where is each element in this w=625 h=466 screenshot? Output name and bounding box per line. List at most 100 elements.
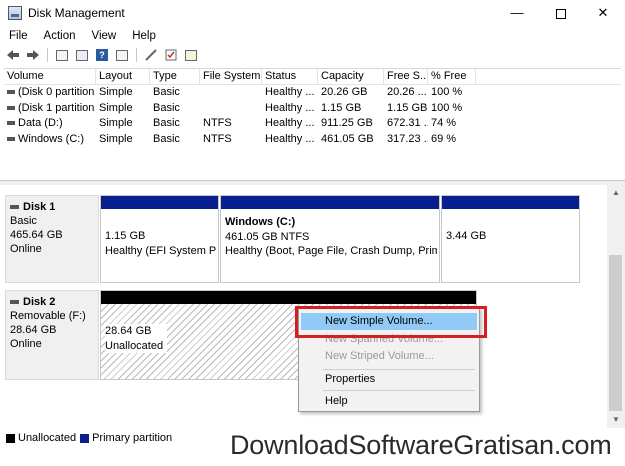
column-type[interactable]: Type bbox=[150, 69, 200, 84]
disk-1-label[interactable]: Disk 1 Basic 465.64 GB Online bbox=[5, 195, 99, 283]
column-free-space[interactable]: Free S... bbox=[384, 69, 428, 84]
toolbar: ? bbox=[0, 45, 625, 65]
volume-icon bbox=[7, 90, 15, 95]
action-icon[interactable] bbox=[113, 47, 131, 63]
disk-1-partition-windows[interactable]: Windows (C:) 461.05 GB NTFS Healthy (Boo… bbox=[220, 195, 440, 283]
table-row[interactable]: (Disk 1 partition 1) Simple Basic Health… bbox=[4, 101, 621, 117]
partition-title: Windows (C:) bbox=[225, 216, 296, 228]
menu-help-item[interactable]: Help bbox=[301, 393, 477, 410]
volume-name-cell: Windows (C:) bbox=[4, 132, 96, 148]
window-title: Disk Management bbox=[28, 6, 125, 20]
type-cell: Basic bbox=[153, 101, 180, 114]
view-icon[interactable] bbox=[53, 47, 71, 63]
legend-unallocated-label: Unallocated bbox=[18, 432, 77, 444]
volume-name: Data (D:) bbox=[18, 117, 63, 129]
disk-1-name: Disk 1 bbox=[23, 201, 56, 213]
annotation-highlight-box bbox=[295, 306, 487, 338]
watermark: DownloadSoftwareGratisan.com bbox=[230, 430, 612, 460]
unallocated-bar bbox=[101, 291, 476, 304]
capacity-cell: 1.15 GB bbox=[321, 101, 362, 114]
volume-name: (Disk 0 partition 1) bbox=[18, 86, 96, 98]
menu-separator bbox=[323, 369, 475, 370]
volume-list-header: Volume Layout Type File System Status Ca… bbox=[4, 69, 621, 85]
menu-bar: File Action View Help bbox=[0, 27, 163, 45]
properties-icon[interactable] bbox=[73, 47, 91, 63]
toolbar-separator bbox=[47, 48, 48, 62]
settings-icon[interactable] bbox=[182, 47, 200, 63]
disk-1-partition-efi[interactable]: 1.15 GB Healthy (EFI System Partition) bbox=[100, 195, 219, 283]
percent-free-cell: 100 % bbox=[431, 101, 463, 114]
disk-management-icon bbox=[8, 6, 22, 20]
disk-1-partition-recovery[interactable]: 3.44 GB bbox=[441, 195, 580, 283]
status-cell: Healthy ... bbox=[265, 117, 315, 129]
partition-status: Unallocated bbox=[105, 339, 164, 352]
unallocated-swatch bbox=[6, 433, 15, 443]
volume-name-cell: Data (D:) bbox=[4, 116, 96, 132]
layout-cell: Simple bbox=[99, 117, 133, 129]
help-icon[interactable]: ? bbox=[93, 47, 111, 63]
scroll-down-icon[interactable]: ▼ bbox=[607, 412, 625, 428]
partition-status: Healthy (Boot, Page File, Crash Dump, Pr… bbox=[225, 245, 437, 257]
volume-name-cell: (Disk 0 partition 1) bbox=[4, 85, 96, 101]
menu-action[interactable]: Action bbox=[35, 27, 83, 45]
disk-2-label[interactable]: Disk 2 Removable (F:) 28.64 GB Online bbox=[5, 290, 99, 380]
disk-icon bbox=[10, 205, 19, 210]
disk-icon bbox=[10, 300, 19, 305]
type-cell: Basic bbox=[153, 132, 180, 145]
disk-2-status: Online bbox=[10, 338, 42, 350]
close-button[interactable]: ✕ bbox=[580, 0, 625, 27]
file-system-cell bbox=[200, 101, 262, 117]
menu-properties[interactable]: Properties bbox=[301, 371, 477, 388]
scroll-thumb[interactable] bbox=[609, 255, 622, 411]
title-bar: Disk Management — ✕ bbox=[0, 0, 625, 27]
percent-free-cell: 69 % bbox=[431, 132, 457, 145]
file-system-cell: NTFS bbox=[203, 117, 232, 129]
primary-swatch bbox=[80, 433, 90, 443]
disk-1-size: 465.64 GB bbox=[10, 229, 63, 241]
table-row[interactable]: (Disk 0 partition 1) Simple Basic Health… bbox=[4, 85, 621, 101]
layout-cell: Simple bbox=[99, 101, 133, 114]
legend-unallocated: Unallocated bbox=[6, 432, 76, 444]
primary-partition-bar bbox=[221, 196, 439, 209]
primary-partition-bar bbox=[442, 196, 579, 209]
file-system-cell bbox=[200, 85, 262, 101]
menu-separator bbox=[323, 390, 475, 391]
edit-icon[interactable] bbox=[162, 47, 180, 63]
column-file-system[interactable]: File System bbox=[200, 69, 262, 84]
layout-cell: Simple bbox=[99, 132, 133, 145]
type-cell: Basic bbox=[153, 117, 180, 129]
column-status[interactable]: Status bbox=[262, 69, 318, 84]
column-volume[interactable]: Volume bbox=[4, 69, 96, 84]
free-space-cell: 317.23 ... bbox=[387, 132, 428, 145]
connect-icon[interactable] bbox=[142, 47, 160, 63]
volume-icon bbox=[7, 121, 15, 126]
status-cell: Healthy ... bbox=[265, 101, 315, 114]
minimize-button[interactable]: — bbox=[494, 0, 540, 27]
disk-1-type: Basic bbox=[10, 215, 37, 227]
capacity-cell: 20.26 GB bbox=[321, 86, 368, 98]
disk-2-size: 28.64 GB bbox=[10, 324, 57, 336]
status-cell: Healthy ... bbox=[265, 86, 315, 98]
disk-2-type: Removable (F:) bbox=[10, 310, 86, 322]
forward-icon[interactable] bbox=[24, 47, 42, 63]
percent-free-cell: 74 % bbox=[431, 117, 457, 129]
menu-help[interactable]: Help bbox=[123, 27, 163, 45]
table-row[interactable]: Windows (C:) Simple Basic NTFS Healthy .… bbox=[4, 132, 621, 148]
column-percent-free[interactable]: % Free bbox=[428, 69, 476, 84]
scroll-up-icon[interactable]: ▲ bbox=[607, 185, 625, 201]
menu-file[interactable]: File bbox=[0, 27, 35, 45]
free-space-cell: 1.15 GB bbox=[387, 101, 428, 114]
volume-name: Windows (C:) bbox=[18, 132, 85, 145]
maximize-button[interactable] bbox=[538, 0, 584, 27]
type-cell: Basic bbox=[153, 86, 180, 98]
column-layout[interactable]: Layout bbox=[96, 69, 150, 84]
partition-size: 461.05 GB NTFS bbox=[225, 230, 310, 243]
back-icon[interactable] bbox=[4, 47, 22, 63]
volume-icon bbox=[7, 136, 15, 141]
column-capacity[interactable]: Capacity bbox=[318, 69, 384, 84]
layout-cell: Simple bbox=[99, 86, 133, 98]
menu-view[interactable]: View bbox=[83, 27, 124, 45]
toolbar-separator bbox=[136, 48, 137, 62]
table-row[interactable]: Data (D:) Simple Basic NTFS Healthy ... … bbox=[4, 116, 621, 132]
vertical-scrollbar[interactable]: ▲ ▼ bbox=[607, 185, 625, 428]
